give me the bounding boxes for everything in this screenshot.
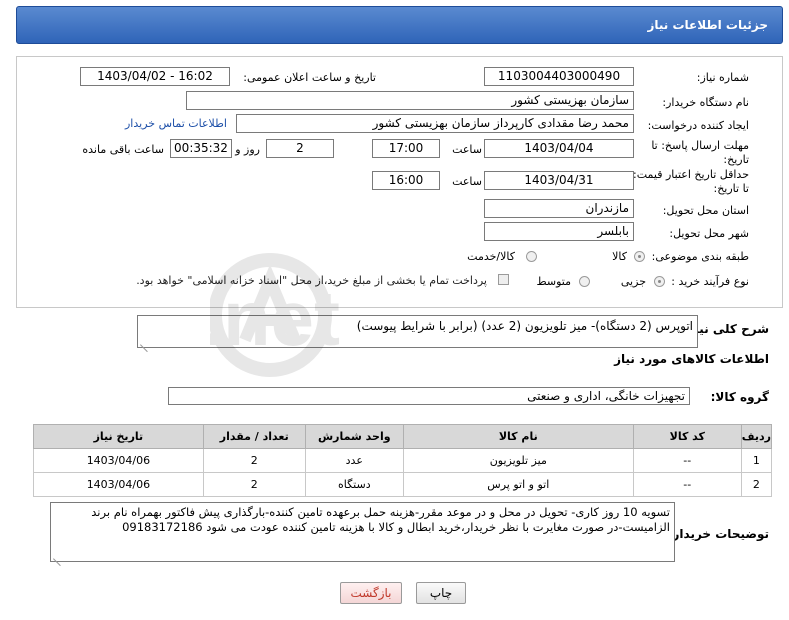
price-validity-label: حداقل تاریخ اعتبار قیمت: تا تاریخ: xyxy=(633,168,749,195)
remaining-label: ساعت باقی مانده xyxy=(82,143,164,156)
table-header-row: ردیف کد کالا نام کالا واحد شمارش تعداد /… xyxy=(33,424,773,449)
category-goods-text: کالا xyxy=(612,250,627,263)
announce-label: تاریخ و ساعت اعلان عمومی: xyxy=(243,71,376,84)
col-header: نام کالا xyxy=(402,424,634,449)
col-header: ردیف xyxy=(740,424,773,449)
table-cell: میز تلویزیون xyxy=(402,448,634,473)
table-cell: عدد xyxy=(304,448,404,473)
buyer-notes-label: توضیحات خریدار: xyxy=(667,527,769,541)
process-medium-radio[interactable] xyxy=(579,276,590,287)
process-medium-text: متوسط xyxy=(536,275,571,288)
process-partial-radio[interactable] xyxy=(654,276,665,287)
province-field: مازندران xyxy=(484,199,634,218)
process-partial-text: جزیی xyxy=(620,275,646,288)
reply-time-field: 17:00 xyxy=(372,139,440,158)
goods-section-title: اطلاعات کالاهای مورد نیاز xyxy=(614,352,769,366)
city-label: شهر محل تحویل: xyxy=(669,227,749,240)
category-goods-radio[interactable] xyxy=(634,251,645,262)
col-header: واحد شمارش xyxy=(304,424,404,449)
col-header: کد کالا xyxy=(632,424,742,449)
category-label: طبقه بندی موضوعی: xyxy=(651,250,749,263)
reply-deadline-label: مهلت ارسال پاسخ: تا تاریخ: xyxy=(651,139,749,166)
page-header: جزئیات اطلاعات نیاز xyxy=(16,6,783,44)
buyer-notes-textarea[interactable]: تسویه 10 روز کاری- تحویل در محل و در موع… xyxy=(50,502,675,562)
goods-group-field: تجهیزات خانگی، اداری و صنعتی xyxy=(168,387,690,405)
col-header: تاریخ نیاز xyxy=(33,424,204,449)
table-cell: 1403/04/06 xyxy=(33,448,204,473)
table-cell: -- xyxy=(632,472,742,497)
table-cell: 2 xyxy=(202,472,306,497)
buyer-org-field: سازمان بهزیستی کشور xyxy=(186,91,634,110)
resize-grip-icon xyxy=(53,551,61,559)
page-title: جزئیات اطلاعات نیاز xyxy=(647,18,768,32)
days-label: روز و xyxy=(235,143,260,156)
reply-date-field: 1403/04/04 xyxy=(484,139,634,158)
col-header: تعداد / مقدار xyxy=(202,424,306,449)
resize-grip-icon xyxy=(140,337,148,345)
items-table: ردیف کد کالا نام کالا واحد شمارش تعداد /… xyxy=(33,424,773,497)
buyer-notes-text: تسویه 10 روز کاری- تحویل در محل و در موع… xyxy=(91,505,670,534)
reply-time-label: ساعت xyxy=(452,143,482,156)
description-textarea[interactable]: اتوپرس (2 دستگاه)- میز تلویزیون (2 عدد) … xyxy=(137,315,698,348)
category-goods-service-radio[interactable] xyxy=(526,251,537,262)
days-count-field: 2 xyxy=(266,139,334,158)
table-cell: 2 xyxy=(740,472,773,497)
description-text: اتوپرس (2 دستگاه)- میز تلویزیون (2 عدد) … xyxy=(356,319,693,333)
buyer-contact-link[interactable]: اطلاعات تماس خریدار xyxy=(125,117,227,130)
back-button[interactable]: بازگشت xyxy=(340,582,402,604)
process-label: نوع فرآیند خرید : xyxy=(671,275,749,288)
table-cell: 1403/04/06 xyxy=(33,472,204,497)
announce-datetime-field: 1403/04/02 - 16:02 xyxy=(80,67,230,86)
validity-date-field: 1403/04/31 xyxy=(484,171,634,190)
validity-time-label: ساعت xyxy=(452,175,482,188)
goods-group-label: گروه کالا: xyxy=(710,390,769,404)
payment-note: پرداخت تمام یا بخشی از مبلغ خرید،از محل … xyxy=(136,274,487,287)
table-cell: 1 xyxy=(740,448,773,473)
city-field: بابلسر xyxy=(484,222,634,241)
need-number-field: 1103004403000490 xyxy=(484,67,634,86)
requester-label: ایجاد کننده درخواست: xyxy=(647,119,749,132)
table-cell: 2 xyxy=(202,448,306,473)
category-goods-service-text: کالا/خدمت xyxy=(467,250,515,263)
requester-field: محمد رضا مقدادی کارپرداز سازمان بهزیستی … xyxy=(236,114,634,133)
validity-time-field: 16:00 xyxy=(372,171,440,190)
table-row: 1 -- میز تلویزیون عدد 2 1403/04/06 xyxy=(33,448,773,473)
buyer-org-label: نام دستگاه خریدار: xyxy=(662,96,749,109)
need-number-label: شماره نیاز: xyxy=(696,71,749,84)
table-cell: -- xyxy=(632,448,742,473)
print-button[interactable]: چاپ xyxy=(416,582,466,604)
table-cell: دستگاه xyxy=(304,472,404,497)
table-cell: اتو و اتو پرس xyxy=(402,472,634,497)
table-row: 2 -- اتو و اتو پرس دستگاه 2 1403/04/06 xyxy=(33,472,773,497)
province-label: استان محل تحویل: xyxy=(662,204,749,217)
remaining-time-field: 00:35:32 xyxy=(170,139,232,158)
treasury-payment-checkbox[interactable] xyxy=(498,274,509,285)
